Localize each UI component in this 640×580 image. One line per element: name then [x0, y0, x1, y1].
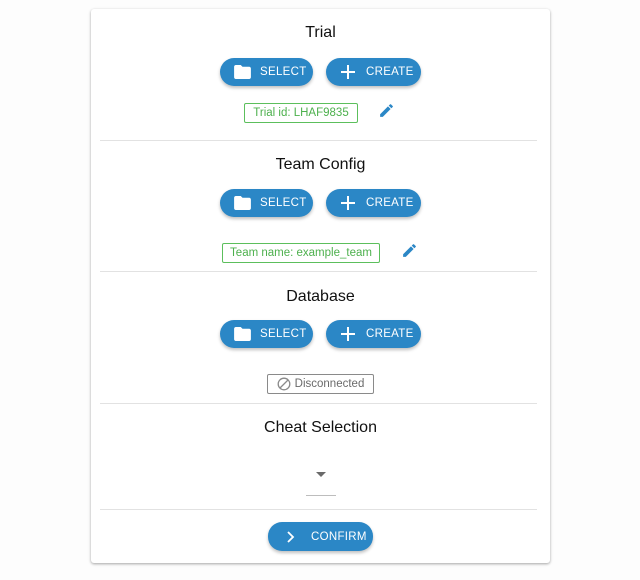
pencil-icon [378, 102, 395, 124]
team-config-title: Team Config [275, 156, 366, 173]
plus-icon [339, 63, 357, 81]
trial-title: Trial [305, 24, 336, 41]
cheat-selection-title: Cheat Selection [264, 419, 377, 436]
pencil-icon [401, 242, 418, 264]
confirm-button[interactable]: CONFIRM [268, 522, 373, 551]
trial-select-button[interactable]: SELECT [220, 58, 313, 86]
plus-icon [339, 194, 357, 212]
select-underline [306, 495, 336, 496]
database-status-chip: Disconnected [267, 374, 374, 394]
database-create-label: CREATE [366, 328, 414, 340]
cheat-select-dropdown[interactable] [306, 461, 336, 496]
team-config-select-label: SELECT [260, 197, 307, 209]
folder-icon [233, 63, 251, 81]
chevron-right-icon [282, 528, 300, 546]
team-config-section: Team Config SELECT CREATE Team name: exa… [91, 141, 550, 271]
divider [100, 509, 537, 510]
trial-select-label: SELECT [260, 66, 307, 78]
database-button-row: SELECT CREATE [91, 320, 550, 348]
database-create-button[interactable]: CREATE [326, 320, 421, 348]
team-config-button-row: SELECT CREATE [91, 189, 550, 217]
team-config-create-label: CREATE [366, 197, 414, 209]
block-icon [277, 377, 291, 391]
trial-id-chip: Trial id: LHAF9835 [244, 103, 358, 123]
trial-create-button[interactable]: CREATE [326, 58, 421, 86]
team-config-create-button[interactable]: CREATE [326, 189, 421, 217]
database-title: Database [286, 288, 355, 305]
dropdown-arrow-icon [316, 472, 326, 477]
trial-section: Trial SELECT CREATE Trial id: LHAF9835 [91, 9, 550, 140]
trial-create-label: CREATE [366, 66, 414, 78]
team-config-select-button[interactable]: SELECT [220, 189, 313, 217]
database-select-button[interactable]: SELECT [220, 320, 313, 348]
trial-edit-button[interactable] [376, 103, 396, 123]
team-config-edit-button[interactable] [399, 243, 419, 263]
confirm-label: CONFIRM [311, 530, 367, 543]
plus-icon [339, 325, 357, 343]
folder-icon [233, 194, 251, 212]
database-status-label: Disconnected [294, 378, 365, 390]
team-name-chip: Team name: example_team [222, 243, 380, 263]
database-section: Database SELECT CREATE Disconnected [91, 272, 550, 403]
database-select-label: SELECT [260, 328, 307, 340]
setup-card: Trial SELECT CREATE Trial id: LHAF9835 T… [91, 9, 550, 563]
trial-button-row: SELECT CREATE [91, 58, 550, 86]
folder-icon [233, 325, 251, 343]
